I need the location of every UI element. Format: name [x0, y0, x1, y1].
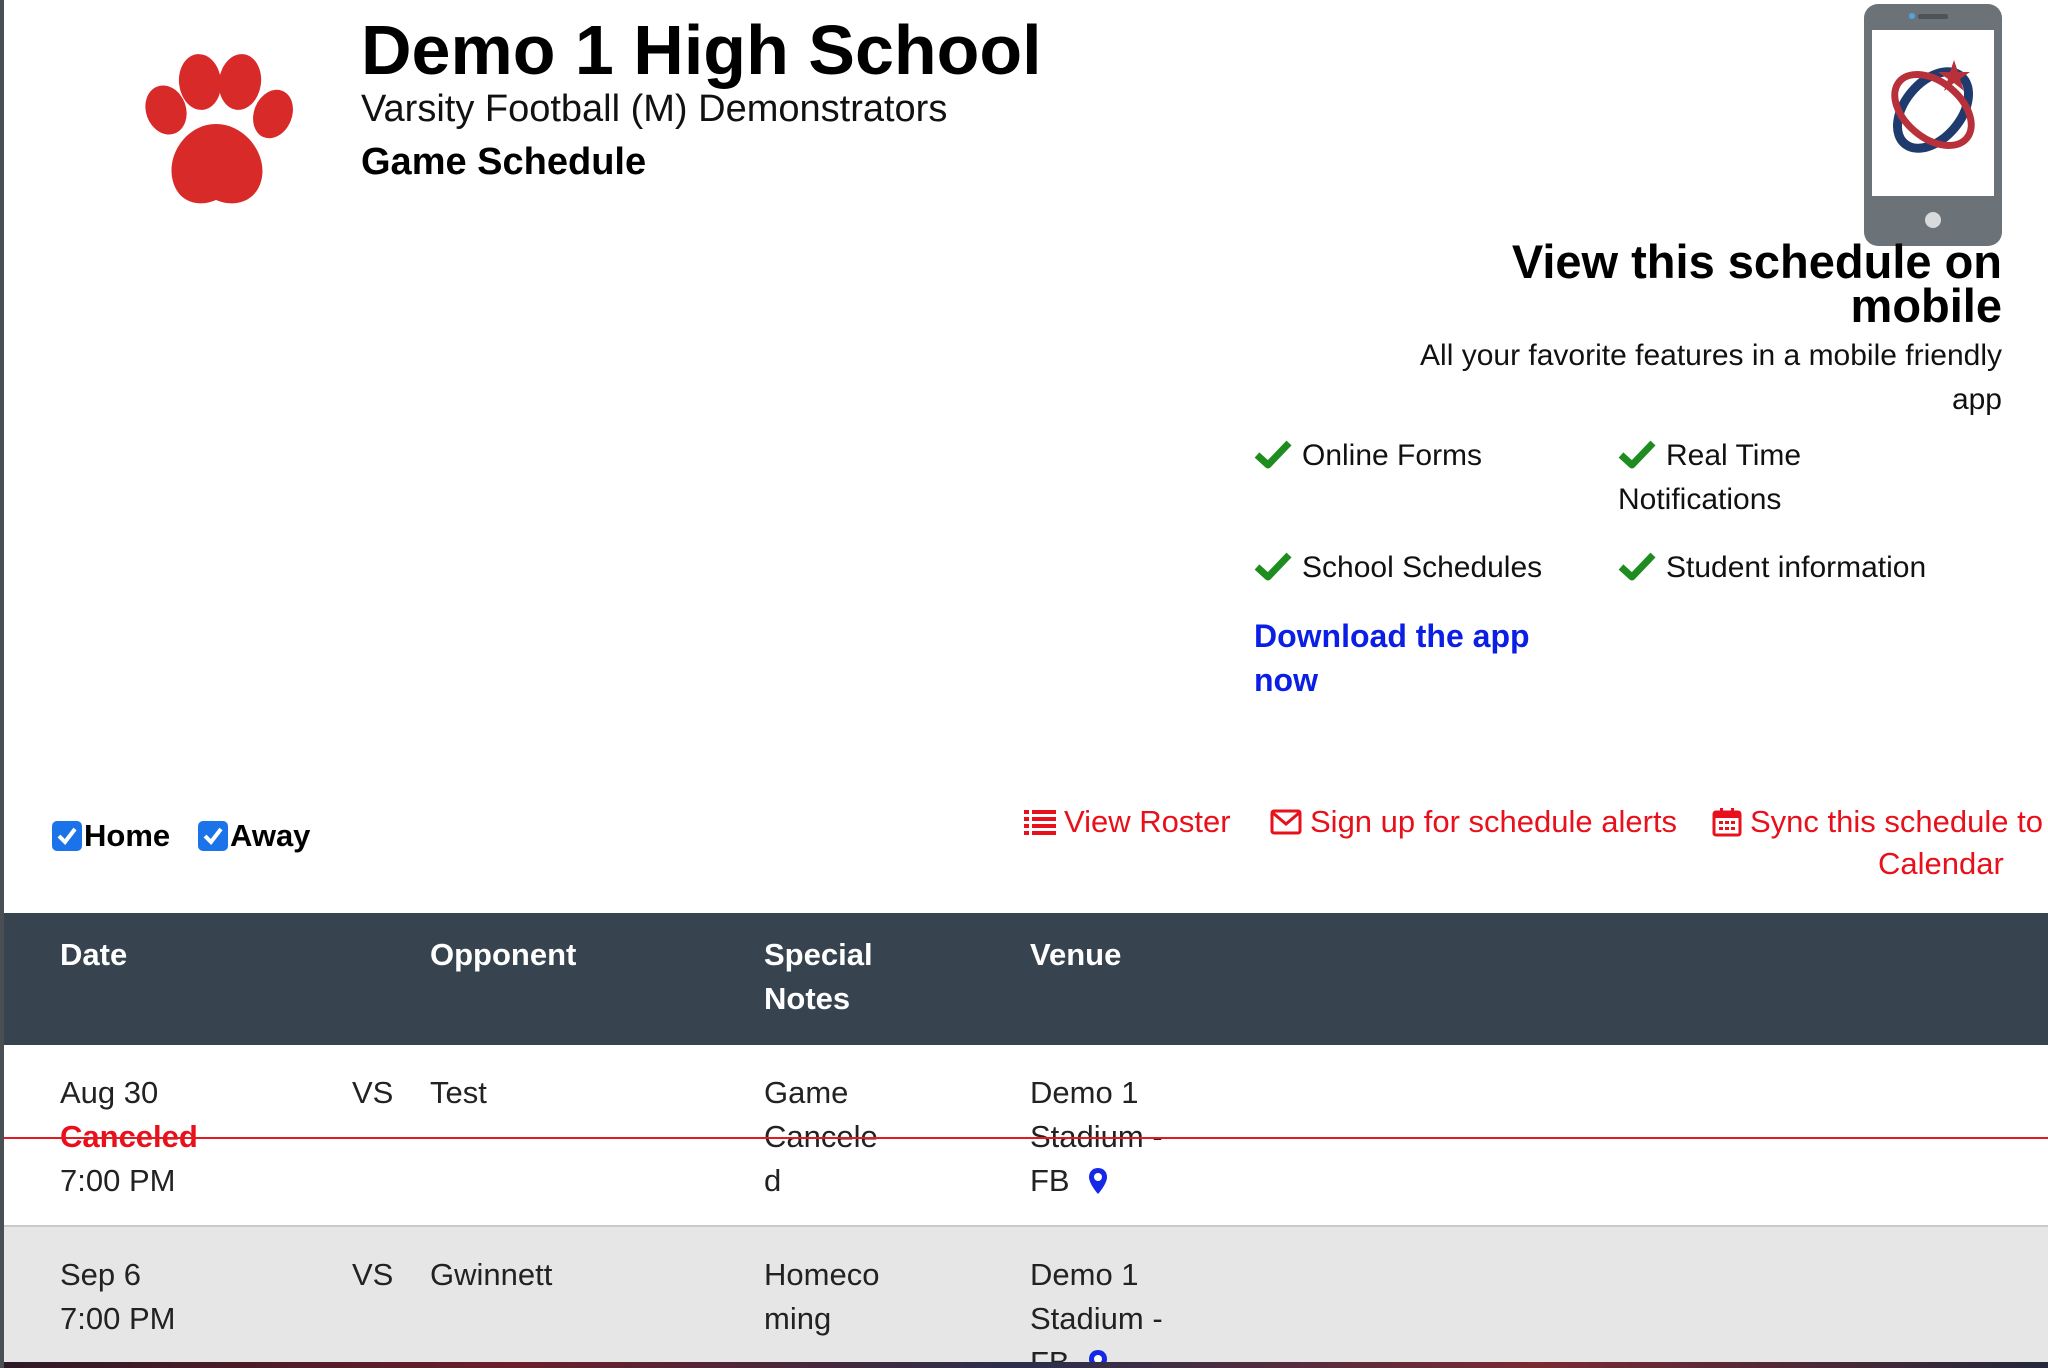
- venue-line: FB: [1030, 1163, 1070, 1198]
- page: Demo 1 High School Varsity Football (M) …: [0, 0, 2048, 1368]
- venue-line: Demo 1: [1030, 1075, 1139, 1110]
- game-time: 7:00 PM: [60, 1163, 176, 1198]
- feature-label: Online Forms: [1302, 439, 1483, 472]
- list-icon: [1024, 810, 1056, 835]
- column-header-opponent: Opponent: [430, 937, 577, 972]
- column-header-venue: Venue: [1030, 937, 1122, 972]
- sync-calendar-link[interactable]: Sync this schedule to: [1712, 804, 2043, 840]
- special-notes-line: d: [764, 1163, 782, 1198]
- feature-real-time-notifications: Real Time Notifications: [1618, 434, 1918, 522]
- view-roster-label: View Roster: [1064, 804, 1231, 839]
- school-name: Demo 1 High School: [361, 11, 1042, 89]
- feature-school-schedules: School Schedules: [1254, 546, 1614, 590]
- team-name: Varsity Football (M) Demonstrators: [361, 88, 948, 130]
- game-time: 7:00 PM: [60, 1301, 176, 1336]
- column-header-special-notes-line2: Notes: [764, 981, 851, 1016]
- check-icon: [1618, 440, 1656, 469]
- check-icon: [1254, 440, 1292, 469]
- venue-line: Stadium -: [1030, 1301, 1163, 1336]
- feature-label: Student information: [1666, 551, 1927, 584]
- home-filter-checkbox[interactable]: Home: [52, 818, 170, 854]
- special-notes-line: Game: [764, 1075, 849, 1110]
- column-header-special-notes: Special Notes: [764, 933, 873, 1021]
- check-icon: [1254, 552, 1292, 581]
- column-header-special-notes-line1: Special: [764, 937, 873, 972]
- feature-label: School Schedules: [1302, 551, 1543, 584]
- feature-student-information: Student information: [1618, 546, 2018, 590]
- download-app-link[interactable]: Download the app now: [1254, 614, 1574, 702]
- venue-line: Demo 1: [1030, 1257, 1139, 1292]
- opponent-name: Gwinnett: [430, 1257, 553, 1292]
- table-row[interactable]: Sep 6 7:00 PM VS Gwinnett Homeco ming De…: [4, 1227, 2048, 1368]
- page-title: Game Schedule: [361, 141, 647, 183]
- table-row[interactable]: Aug 30 Canceled 7:00 PM VS Test Game Can…: [4, 1045, 2048, 1227]
- vs-label: VS: [352, 1075, 394, 1110]
- promo-title: View this schedule on mobile: [1511, 235, 2002, 332]
- view-roster-link[interactable]: View Roster: [1024, 804, 1231, 840]
- home-filter-label: Home: [84, 818, 171, 853]
- sync-calendar-label-line2[interactable]: Calendar: [1878, 846, 2004, 882]
- paw-logo-icon: [145, 54, 293, 204]
- venue-cell: Demo 1 Stadium - FB: [1030, 1253, 1163, 1368]
- special-notes-cell: Homeco ming: [764, 1253, 879, 1341]
- schedule-table-header: Date Opponent Special Notes Venue: [4, 913, 2048, 1045]
- away-filter-checkbox[interactable]: Away: [198, 818, 310, 854]
- checkbox-checked-icon[interactable]: [52, 821, 82, 851]
- column-header-date: Date: [60, 937, 128, 972]
- feature-online-forms: Online Forms: [1254, 434, 1594, 478]
- game-date: Sep 6: [60, 1257, 142, 1292]
- game-date-cell: Sep 6 7:00 PM: [60, 1253, 175, 1341]
- away-filter-label: Away: [230, 818, 311, 853]
- opponent-name: Test: [430, 1075, 487, 1110]
- check-icon: [1618, 552, 1656, 581]
- canceled-strike-line: [4, 1137, 2048, 1139]
- envelope-icon: [1270, 809, 1302, 835]
- promo-subtitle: All your favorite features in a mobile f…: [1420, 339, 2002, 416]
- game-date: Aug 30: [60, 1075, 159, 1110]
- sync-calendar-label: Sync this schedule to: [1750, 804, 2043, 839]
- map-pin-icon[interactable]: [1088, 1167, 1108, 1195]
- special-notes-line: Homeco: [764, 1257, 880, 1292]
- special-notes-line: ming: [764, 1301, 832, 1336]
- checkbox-checked-icon[interactable]: [198, 821, 228, 851]
- venue-line: FB: [1030, 1345, 1070, 1368]
- calendar-icon: [1712, 808, 1742, 837]
- schedule-alerts-label: Sign up for schedule alerts: [1310, 804, 1678, 839]
- phone-app-icon[interactable]: [1862, 2, 2004, 248]
- map-pin-icon[interactable]: [1088, 1349, 1108, 1368]
- schedule-alerts-link[interactable]: Sign up for schedule alerts: [1270, 804, 1677, 840]
- vs-label: VS: [352, 1257, 394, 1292]
